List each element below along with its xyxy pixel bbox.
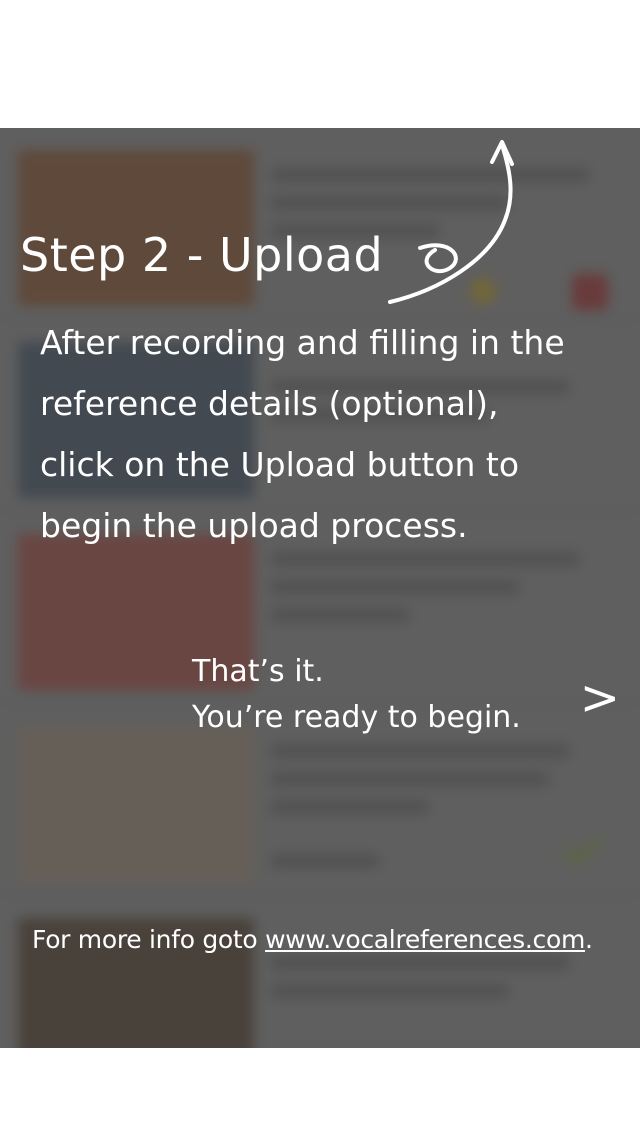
top-margin — [0, 0, 640, 128]
done-message-line-2: You’re ready to begin. — [192, 700, 521, 735]
step-title: Step 2 - Upload — [20, 228, 384, 282]
next-button[interactable]: > — [580, 670, 620, 726]
description-line: After recording and filling in the — [40, 323, 565, 362]
more-info-text: For more info goto www.vocalreferences.c… — [32, 925, 593, 954]
pointer-arrow-icon — [388, 140, 514, 304]
description-line: begin the upload process. — [40, 506, 468, 545]
bottom-margin — [0, 1048, 640, 1136]
step-description: After recording and filling in the refer… — [40, 312, 610, 556]
more-info-suffix: . — [585, 925, 593, 954]
tutorial-screen: Step 2 - Upload After recording and fill… — [0, 0, 640, 1136]
done-message-line-1: That’s it. — [192, 654, 324, 689]
description-line: reference details (optional), — [40, 384, 499, 423]
website-link[interactable]: www.vocalreferences.com — [265, 925, 585, 954]
more-info-prefix: For more info goto — [32, 925, 266, 954]
description-line: click on the Upload button to — [40, 445, 520, 484]
